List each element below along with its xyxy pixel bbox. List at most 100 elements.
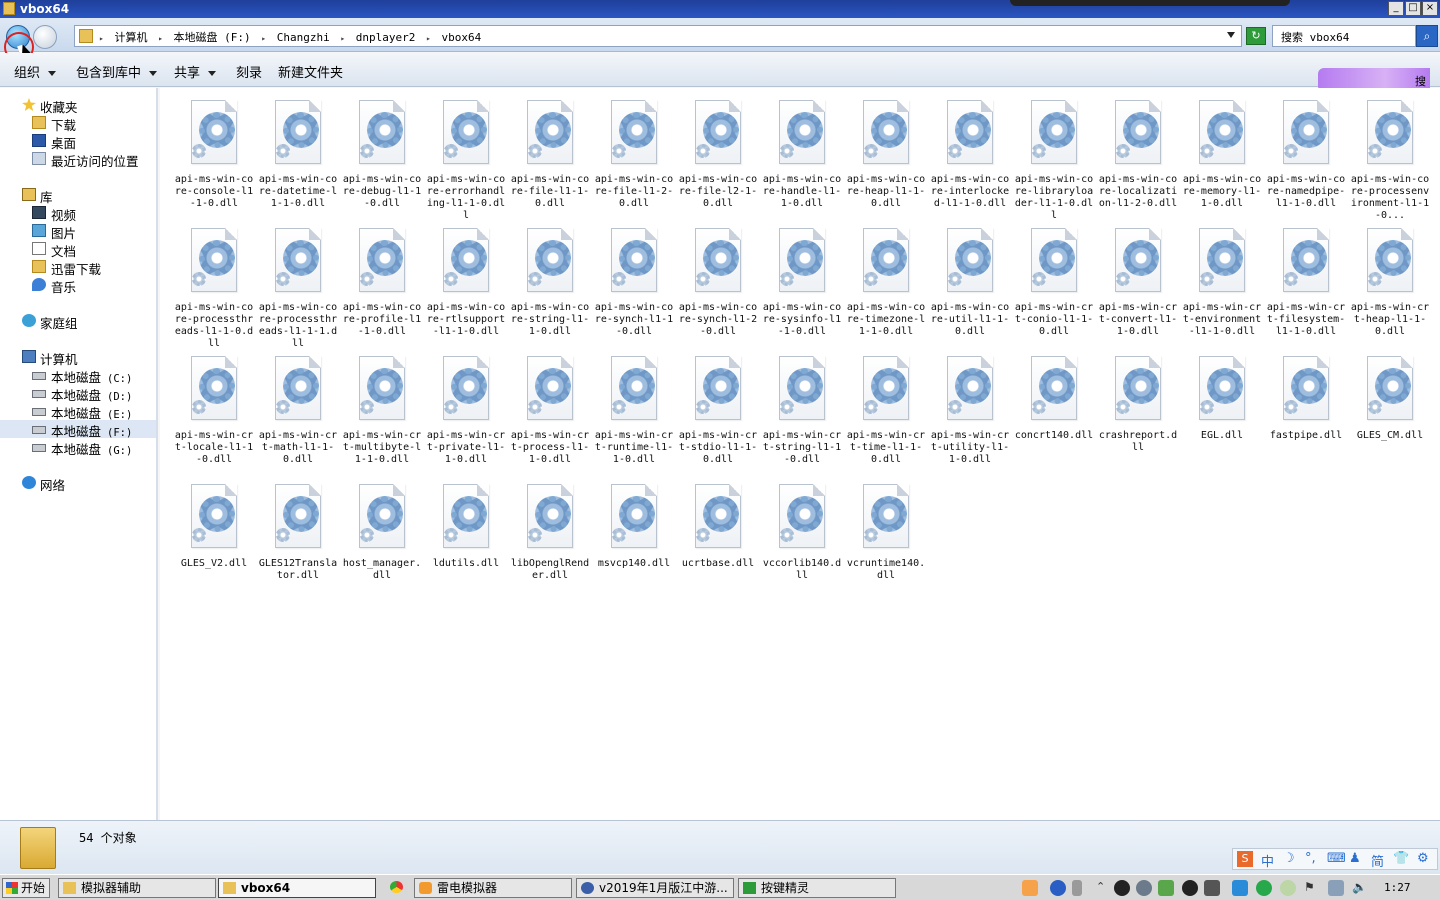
nav-xunlei[interactable]: 迅雷下载 bbox=[0, 258, 156, 277]
file-item[interactable]: api-ms-win-core-profile-l1-1-0.dll bbox=[340, 220, 424, 348]
file-item[interactable]: api-ms-win-crt-utility-l1-1-0.dll bbox=[928, 348, 1012, 476]
file-item[interactable]: api-ms-win-crt-filesystem-l1-1-0.dll bbox=[1264, 220, 1348, 348]
file-item[interactable]: api-ms-win-crt-locale-l1-1-0.dll bbox=[172, 348, 256, 476]
breadcrumb-changzhi[interactable]: Changzhi bbox=[277, 31, 330, 44]
search-input[interactable]: 搜索 vbox64 bbox=[1272, 25, 1416, 47]
file-item[interactable]: api-ms-win-core-datetime-l1-1-0.dll bbox=[256, 92, 340, 220]
file-item[interactable]: api-ms-win-crt-process-l1-1-0.dll bbox=[508, 348, 592, 476]
file-item[interactable]: api-ms-win-core-handle-l1-1-0.dll bbox=[760, 92, 844, 220]
nav-network[interactable]: 网络 bbox=[0, 474, 156, 493]
start-button[interactable]: 开始 bbox=[2, 878, 50, 898]
task-simulator-helper[interactable]: 模拟器辅助 bbox=[58, 878, 216, 898]
file-item[interactable]: fastpipe.dll bbox=[1264, 348, 1348, 476]
ime-toolbar[interactable]: S 中 ☽ °, ⌨ ♟ 简 👕 ⚙ bbox=[1232, 848, 1438, 870]
input-indicator-icon[interactable] bbox=[1072, 880, 1082, 896]
file-item[interactable]: api-ms-win-core-rtlsupport-l1-1-0.dll bbox=[424, 220, 508, 348]
file-item[interactable]: api-ms-win-core-synch-l1-2-0.dll bbox=[676, 220, 760, 348]
app-tray-icon[interactable] bbox=[1232, 880, 1248, 896]
keyboard-icon[interactable]: ⌨ bbox=[1327, 851, 1346, 866]
punctuation-icon[interactable]: °, bbox=[1305, 851, 1316, 866]
share-menu[interactable]: 共享 bbox=[174, 62, 217, 81]
flag-icon[interactable]: ⚑ bbox=[1304, 880, 1320, 896]
nav-documents[interactable]: 文档 bbox=[0, 240, 156, 259]
breadcrumb-computer[interactable]: 计算机 bbox=[114, 31, 147, 44]
chevron-down-icon[interactable] bbox=[1227, 32, 1235, 38]
nav-pictures[interactable]: 图片 bbox=[0, 222, 156, 241]
task-leidian-emulator[interactable]: 雷电模拟器 bbox=[414, 878, 572, 898]
task-game-window[interactable]: v2019年1月版江中游... bbox=[576, 878, 734, 898]
file-item[interactable]: api-ms-win-crt-private-l1-1-0.dll bbox=[424, 348, 508, 476]
ime-chinese-mode[interactable]: 中 bbox=[1261, 851, 1274, 870]
skin-icon[interactable]: 👕 bbox=[1393, 851, 1409, 866]
file-item[interactable]: vcruntime140.dll bbox=[844, 476, 928, 604]
file-item[interactable]: api-ms-win-crt-stdio-l1-1-0.dll bbox=[676, 348, 760, 476]
maximize-button[interactable]: □ bbox=[1405, 1, 1421, 16]
nav-videos[interactable]: 视频 bbox=[0, 204, 156, 223]
nav-computer[interactable]: 计算机 bbox=[0, 348, 156, 367]
task-anjian[interactable]: 按键精灵 bbox=[738, 878, 896, 898]
organize-menu[interactable]: 组织 bbox=[14, 62, 57, 81]
nav-drive-d[interactable]: 本地磁盘 (D:) bbox=[0, 384, 156, 403]
file-item[interactable]: api-ms-win-core-synch-l1-1-0.dll bbox=[592, 220, 676, 348]
nav-music[interactable]: 音乐 bbox=[0, 276, 156, 295]
file-item[interactable]: api-ms-win-crt-conio-l1-1-0.dll bbox=[1012, 220, 1096, 348]
chevron-up-icon[interactable]: ⌃ bbox=[1096, 880, 1112, 896]
file-item[interactable]: api-ms-win-crt-time-l1-1-0.dll bbox=[844, 348, 928, 476]
address-field[interactable]: ▸ 计算机 ▸ 本地磁盘 (F:) ▸ Changzhi ▸ dnplayer2… bbox=[74, 25, 1242, 47]
moon-icon[interactable]: ☽ bbox=[1283, 851, 1295, 866]
file-item[interactable]: api-ms-win-crt-multibyte-l1-1-0.dll bbox=[340, 348, 424, 476]
file-item[interactable]: api-ms-win-core-errorhandling-l1-1-0.dll bbox=[424, 92, 508, 221]
close-button[interactable]: × bbox=[1422, 1, 1438, 16]
file-item[interactable]: api-ms-win-core-interlocked-l1-1-0.dll bbox=[928, 92, 1012, 220]
new-folder-button[interactable]: 新建文件夹 bbox=[278, 62, 343, 81]
file-item[interactable]: GLES_V2.dll bbox=[172, 476, 256, 604]
file-item[interactable]: GLES12Translator.dll bbox=[256, 476, 340, 604]
file-item[interactable]: GLES_CM.dll bbox=[1348, 348, 1432, 476]
nav-recent[interactable]: 最近访问的位置 bbox=[0, 150, 156, 169]
file-item[interactable]: api-ms-win-core-util-l1-1-0.dll bbox=[928, 220, 1012, 348]
security-icon[interactable] bbox=[1136, 880, 1152, 896]
task-vbox64[interactable]: vbox64 bbox=[218, 878, 376, 898]
file-item[interactable]: api-ms-win-core-file-l1-1-0.dll bbox=[508, 92, 592, 220]
file-item[interactable]: api-ms-win-core-processenvironment-l1-1-… bbox=[1348, 92, 1432, 221]
app-tray-icon[interactable] bbox=[1280, 880, 1296, 896]
nav-homegroup[interactable]: 家庭组 bbox=[0, 312, 156, 331]
file-item[interactable]: api-ms-win-core-processthreads-l1-1-1.dl… bbox=[256, 220, 340, 349]
file-item[interactable]: concrt140.dll bbox=[1012, 348, 1096, 476]
file-item[interactable]: api-ms-win-core-debug-l1-1-0.dll bbox=[340, 92, 424, 220]
clock[interactable]: 1:27 bbox=[1384, 881, 1411, 894]
nav-drive-f[interactable]: 本地磁盘 (F:) bbox=[0, 420, 156, 439]
file-item[interactable]: host_manager.dll bbox=[340, 476, 424, 604]
nav-drive-e[interactable]: 本地磁盘 (E:) bbox=[0, 402, 156, 421]
monitor-icon[interactable] bbox=[1328, 880, 1344, 896]
file-item[interactable]: vccorlib140.dll bbox=[760, 476, 844, 604]
file-item[interactable]: ldutils.dll bbox=[424, 476, 508, 604]
file-item[interactable]: EGL.dll bbox=[1180, 348, 1264, 476]
app-tray-icon[interactable] bbox=[1256, 880, 1272, 896]
refresh-button[interactable]: ↻ bbox=[1246, 27, 1266, 45]
file-item[interactable]: api-ms-win-core-processthreads-l1-1-0.dl… bbox=[172, 220, 256, 349]
minimize-button[interactable]: _ bbox=[1388, 1, 1404, 16]
file-item[interactable]: api-ms-win-crt-heap-l1-1-0.dll bbox=[1348, 220, 1432, 348]
file-item[interactable]: api-ms-win-core-file-l2-1-0.dll bbox=[676, 92, 760, 220]
file-item[interactable]: api-ms-win-crt-convert-l1-1-0.dll bbox=[1096, 220, 1180, 348]
breadcrumb-drive-f[interactable]: 本地磁盘 (F:) bbox=[174, 31, 251, 44]
user-icon[interactable]: ♟ bbox=[1349, 851, 1361, 866]
file-item[interactable]: api-ms-win-core-sysinfo-l1-1-0.dll bbox=[760, 220, 844, 348]
nav-drive-c[interactable]: 本地磁盘 (C:) bbox=[0, 366, 156, 385]
file-item[interactable]: api-ms-win-crt-math-l1-1-0.dll bbox=[256, 348, 340, 476]
nav-libraries[interactable]: 库 bbox=[0, 186, 156, 205]
file-item[interactable]: api-ms-win-core-libraryloader-l1-1-0.dll bbox=[1012, 92, 1096, 221]
ime-simplified-mode[interactable]: 简 bbox=[1371, 851, 1384, 870]
chrome-taskbar-icon[interactable] bbox=[386, 878, 410, 898]
network-tray-icon[interactable] bbox=[1204, 880, 1220, 896]
file-item[interactable]: api-ms-win-crt-environment-l1-1-0.dll bbox=[1180, 220, 1264, 348]
file-item[interactable]: api-ms-win-core-console-l1-1-0.dll bbox=[172, 92, 256, 220]
forward-button[interactable] bbox=[33, 25, 57, 49]
nav-drive-g[interactable]: 本地磁盘 (G:) bbox=[0, 438, 156, 457]
file-item[interactable]: crashreport.dll bbox=[1096, 348, 1180, 476]
file-item[interactable]: api-ms-win-core-file-l1-2-0.dll bbox=[592, 92, 676, 220]
file-item[interactable]: api-ms-win-core-string-l1-1-0.dll bbox=[508, 220, 592, 348]
help-icon[interactable] bbox=[1050, 880, 1066, 896]
file-item[interactable]: api-ms-win-core-timezone-l1-1-0.dll bbox=[844, 220, 928, 348]
